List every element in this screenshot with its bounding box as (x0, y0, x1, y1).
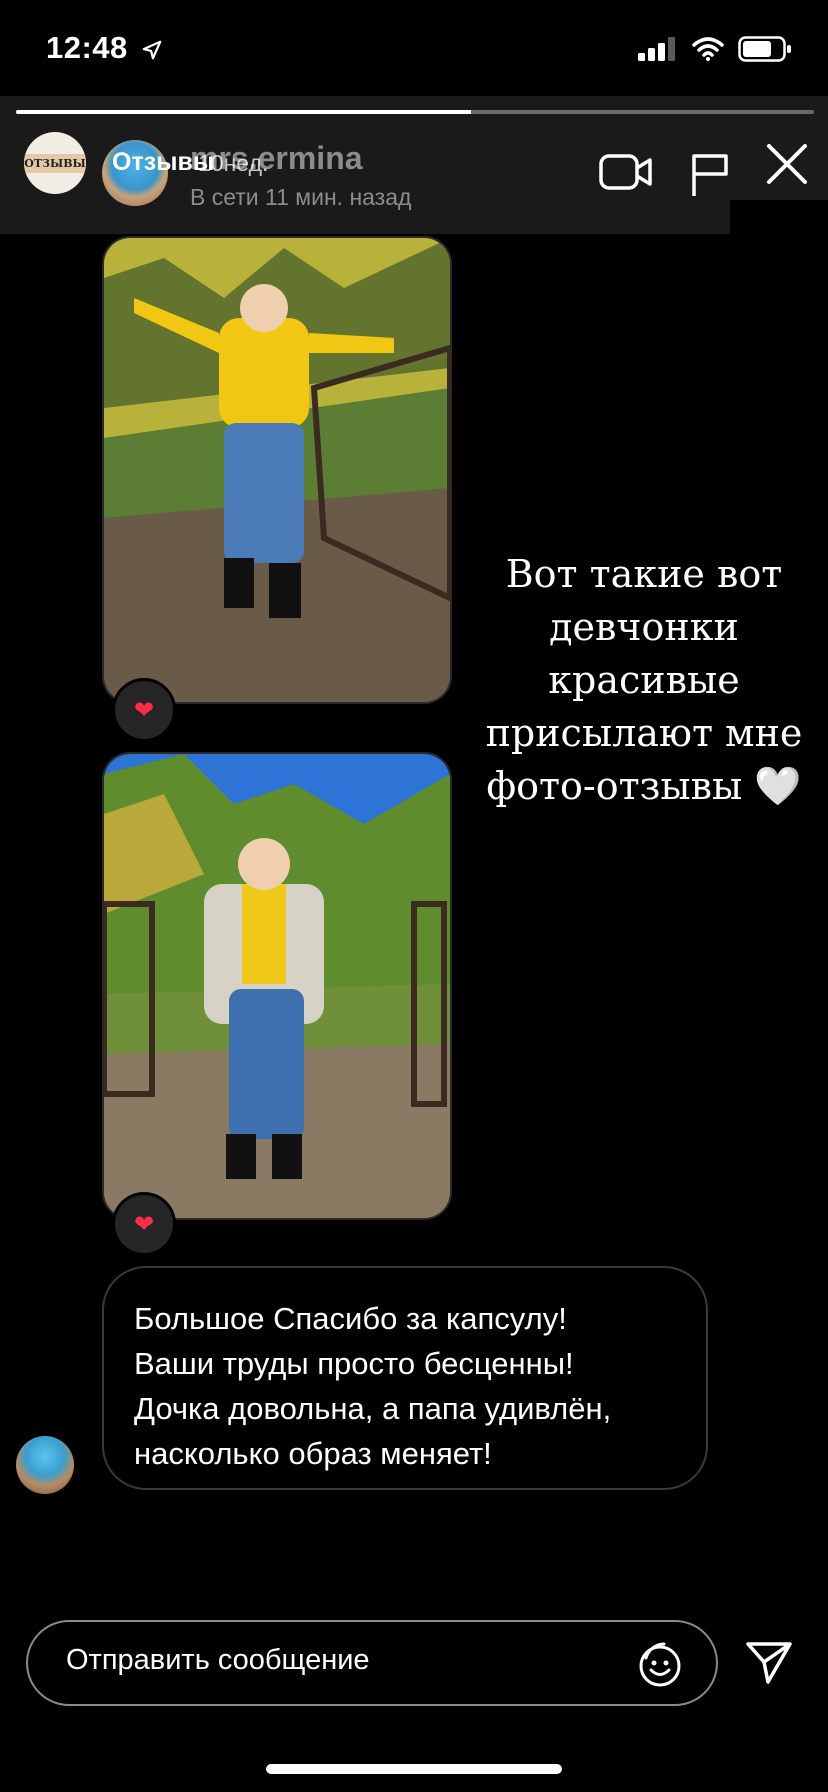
emoji-icon[interactable] (632, 1638, 684, 1690)
status-time: 12:48 (46, 30, 163, 66)
avatar-label: ОТЗЫВЫ (24, 153, 86, 173)
status-icons (638, 36, 792, 62)
photo-message-1[interactable] (102, 236, 452, 704)
photo-2-boot-left (226, 1134, 256, 1179)
photo-1-boot-right (269, 563, 301, 618)
send-icon[interactable] (744, 1640, 794, 1686)
story-caption: Вот такие вот девчонки красивые присылаю… (464, 548, 824, 813)
story-progress-bar (16, 110, 814, 114)
photo-1-sweater (219, 318, 309, 428)
photo-2-image (104, 754, 450, 1218)
reaction-heart-badge[interactable]: ❤ (112, 678, 176, 742)
photo-2-boot-right (272, 1134, 302, 1179)
video-camera-icon (599, 154, 652, 190)
close-icon[interactable] (765, 142, 809, 186)
message-bubble[interactable]: Большое Спасибо за капсулу! Ваши труды п… (102, 1266, 708, 1490)
flag-icon (692, 154, 728, 196)
home-indicator (266, 1764, 562, 1774)
sender-avatar (16, 1436, 74, 1494)
heart-icon: ❤ (133, 696, 155, 724)
message-input-placeholder: Отправить сообщение (66, 1644, 370, 1676)
story-age: 10нед. (198, 150, 269, 176)
cellular-signal-icon (638, 37, 675, 61)
photo-2-face (238, 838, 290, 890)
chat-online-status: В сети 11 мин. назад (190, 184, 412, 210)
photo-1-image (104, 238, 450, 702)
photo-1-boot-left (224, 558, 254, 608)
wifi-icon (692, 37, 724, 61)
story-progress-fill (16, 110, 471, 114)
heart-icon: ❤ (133, 1210, 155, 1238)
photo-2-jeans (229, 989, 304, 1139)
location-arrow-icon (142, 40, 162, 60)
photo-1-face (240, 284, 288, 332)
reaction-heart-badge[interactable]: ❤ (112, 1192, 176, 1256)
photo-1-jeans (224, 423, 304, 563)
photo-2-sweater (242, 884, 286, 984)
story-caption-text: Вот такие вот девчонки красивые присылаю… (485, 552, 803, 808)
story-account-avatar[interactable]: ОТЗЫВЫ (24, 132, 86, 194)
photo-message-2[interactable] (102, 752, 452, 1220)
story-right-panel (730, 200, 828, 1480)
battery-icon (738, 36, 791, 62)
message-text: Большое Спасибо за капсулу! Ваши труды п… (134, 1301, 612, 1471)
